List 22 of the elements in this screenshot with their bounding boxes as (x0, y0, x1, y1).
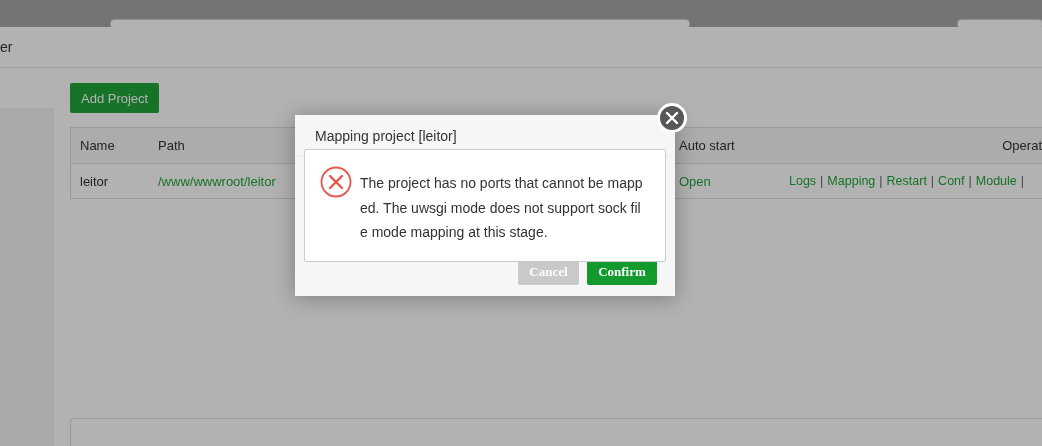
action-link[interactable]: Module (975, 174, 1017, 188)
error-icon (320, 166, 352, 198)
separator: | (930, 174, 935, 188)
separator: | (879, 174, 883, 188)
separator: | (968, 174, 972, 188)
panel-title: er (0, 39, 13, 55)
separator: | (1020, 174, 1024, 188)
column-header: Auto start (679, 138, 735, 153)
dialog-title: Mapping project [leitor] (315, 128, 457, 144)
action-link[interactable]: Conf (938, 174, 965, 188)
path-link[interactable]: /www/wwwroot/leitor (158, 173, 276, 189)
add-project-button[interactable]: Add Project (70, 83, 160, 113)
table-cell: leitor (80, 173, 109, 189)
column-header: Name (80, 138, 115, 153)
action-link[interactable]: Logs (789, 174, 817, 188)
separator: | (820, 174, 824, 188)
action-link[interactable]: Mapping (827, 174, 876, 188)
column-header: Path (158, 138, 185, 153)
error-message: The project has no ports that cannot be mapp ed. The uwsgi mode does not support sock fil e mode mapping at this stage. (360, 174, 643, 242)
action-link[interactable]: Restart (886, 174, 927, 188)
column-header: Operat (1002, 138, 1042, 153)
auto-start-link[interactable]: Open (679, 173, 711, 189)
